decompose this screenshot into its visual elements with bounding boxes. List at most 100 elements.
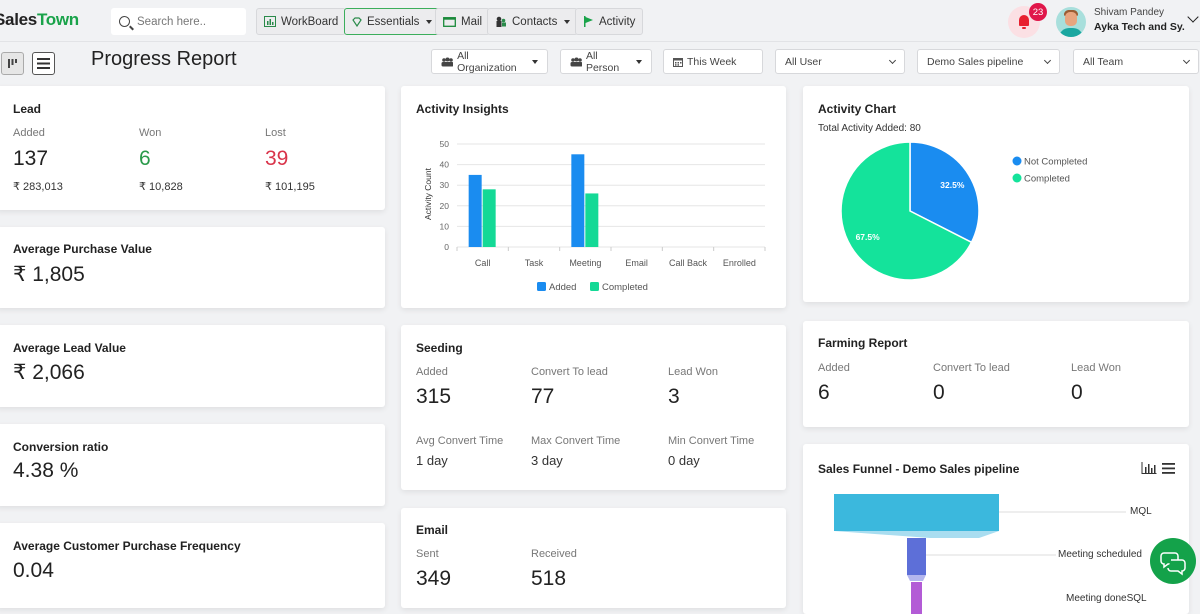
organization-filter[interactable]: All Organization	[431, 49, 548, 74]
list-view-button[interactable]	[32, 52, 55, 75]
activity-pie-chart: 32.5% 67.5% Not Completed Completed	[840, 141, 1087, 281]
email-card: Email Sent 349 Received 518	[401, 508, 786, 608]
seeding-convert-label: Convert To lead	[531, 366, 608, 378]
bar-added	[468, 174, 482, 247]
logo[interactable]: SalesTown	[0, 10, 79, 30]
conversion-card: Conversion ratio 4.38 %	[0, 424, 385, 506]
farming-won-label: Lead Won	[1071, 362, 1121, 374]
bar-completed	[482, 189, 496, 247]
avatar[interactable]	[1056, 7, 1086, 37]
lead-won-label: Won	[139, 127, 162, 139]
x-tick-label: Task	[525, 258, 544, 268]
caret-down-icon	[564, 19, 571, 24]
search-box[interactable]: Search here..	[111, 8, 246, 35]
sales-funnel-card: Sales Funnel - Demo Sales pipeline MQL M…	[803, 444, 1189, 614]
top-bar: SalesTown Search here.. WorkBoard Essent…	[0, 0, 1200, 42]
funnel-stage-meeting-done	[911, 582, 922, 614]
funnel-label-meeting-done: Meeting doneSQL	[1066, 593, 1147, 604]
bar-completed	[585, 193, 599, 247]
search-input[interactable]: Search here..	[137, 16, 206, 28]
seeding-avg-label: Avg Convert Time	[416, 435, 504, 447]
email-received-label: Received	[531, 548, 577, 560]
kanban-view-button[interactable]	[1, 52, 24, 75]
x-tick-label: Meeting	[569, 258, 601, 268]
funnel-stage-meeting-scheduled	[907, 538, 926, 575]
nav-activity-button[interactable]: Activity	[575, 8, 644, 35]
chat-button[interactable]	[1150, 538, 1196, 584]
lead-won-value: 6	[139, 147, 151, 170]
avg-lead-value: ₹ 2,066	[13, 361, 85, 384]
nav-workboard-button[interactable]: WorkBoard	[256, 8, 347, 35]
user-menu-chevron-icon[interactable]	[1187, 11, 1199, 23]
funnel-connector	[834, 531, 999, 538]
lead-title: Lead	[13, 102, 42, 116]
legend-swatch-added	[537, 282, 546, 291]
chevron-down-icon	[888, 56, 897, 64]
lead-lost-value: 39	[265, 147, 289, 170]
user-company: Ayka Tech and Sy.	[1094, 21, 1185, 33]
conversion-value: 4.38 %	[13, 459, 79, 482]
pie-data-label: 32.5%	[940, 180, 965, 190]
y-axis-label: Activity Count	[423, 167, 433, 220]
seeding-won-value: 3	[668, 385, 680, 408]
activity-bar-chart: 0 10 20 30 40 50 Activity Count Call Task Meeting…	[423, 139, 766, 293]
nav-essentials-button[interactable]: Essentials	[344, 8, 441, 35]
legend-dot-not-completed	[1012, 156, 1022, 166]
bell-icon	[1019, 15, 1029, 29]
nav-contacts-button[interactable]: Contacts	[487, 8, 579, 35]
y-tick-label: 30	[440, 180, 450, 190]
legend-label-not-completed: Not Completed	[1024, 157, 1087, 168]
x-tick-label: Enrolled	[723, 258, 756, 268]
chat-bubbles-icon	[1160, 552, 1186, 576]
legend-label-added: Added	[549, 282, 576, 293]
date-range-filter[interactable]: This Week	[663, 49, 763, 74]
avg-lead-card: Average Lead Value ₹ 2,066	[0, 325, 385, 407]
pie-data-label: 67.5%	[856, 232, 881, 242]
farming-convert-value: 0	[933, 381, 945, 404]
avg-lead-title: Average Lead Value	[13, 341, 126, 355]
email-received-value: 518	[531, 567, 567, 590]
purchase-frequency-card: Average Customer Purchase Frequency 0.04	[0, 523, 385, 608]
lead-added-label: Added	[13, 127, 45, 139]
nav-mail-button[interactable]: Mail	[435, 8, 491, 35]
email-title: Email	[416, 523, 449, 537]
purchase-frequency-title: Average Customer Purchase Frequency	[13, 539, 241, 553]
pipeline-select[interactable]: Demo Sales pipeline	[917, 49, 1060, 74]
users-icon	[441, 57, 454, 66]
farming-added-label: Added	[818, 362, 850, 374]
mail-icon	[443, 16, 456, 27]
team-select[interactable]: All Team	[1073, 49, 1199, 74]
legend-dot-completed	[1012, 173, 1022, 183]
funnel-stage-mql	[834, 494, 999, 531]
chevron-down-icon	[1182, 56, 1191, 64]
seeding-convert-value: 77	[531, 385, 555, 408]
farming-won-value: 0	[1071, 381, 1083, 404]
farming-report-card: Farming Report Added 6 Convert To lead 0…	[803, 321, 1189, 427]
x-tick-label: Call	[475, 258, 491, 268]
y-tick-label: 50	[440, 139, 450, 149]
sales-funnel-chart	[834, 494, 1126, 614]
y-tick-label: 20	[440, 201, 450, 211]
funnel-label-mql: MQL	[1130, 506, 1152, 517]
lead-won-amount: ₹ 10,828	[139, 181, 183, 193]
kanban-icon	[8, 59, 17, 68]
seeding-avg-value: 1 day	[416, 453, 448, 468]
bar-added	[571, 154, 585, 247]
page-title: Progress Report	[91, 48, 237, 70]
y-tick-label: 0	[444, 242, 449, 252]
user-select[interactable]: All User	[775, 49, 905, 74]
avg-purchase-value: ₹ 1,805	[13, 263, 85, 286]
activity-chart-card: Activity Chart Total Activity Added: 80 …	[803, 86, 1189, 302]
conversion-title: Conversion ratio	[13, 440, 109, 454]
funnel-connector	[907, 575, 926, 581]
lead-card: Lead Added 137 ₹ 283,013 Won 6 ₹ 10,828 …	[0, 86, 385, 210]
contacts-icon	[496, 16, 506, 27]
notification-count-badge: 23	[1029, 3, 1047, 21]
lead-lost-amount: ₹ 101,195	[265, 181, 315, 193]
person-filter[interactable]: All Person	[560, 49, 652, 74]
seeding-added-label: Added	[416, 366, 448, 378]
calendar-icon	[673, 57, 683, 67]
x-tick-label: Email	[625, 258, 648, 268]
legend-swatch-completed	[590, 282, 599, 291]
email-sent-value: 349	[416, 567, 452, 590]
